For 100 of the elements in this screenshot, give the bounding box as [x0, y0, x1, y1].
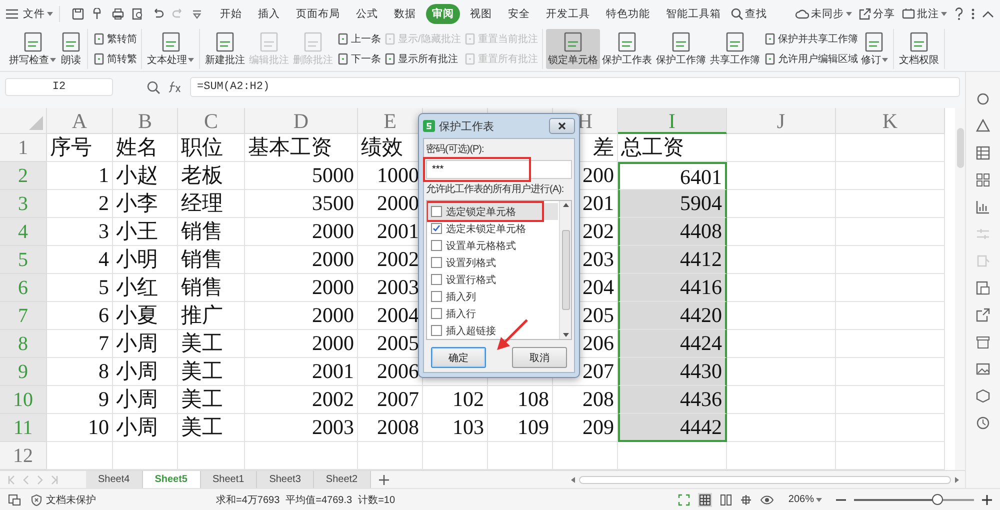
table-cell: 小赵: [113, 162, 178, 190]
column-header[interactable]: K: [836, 108, 945, 134]
row-header[interactable]: 12: [0, 442, 47, 470]
table-cell: 4424: [618, 330, 727, 358]
protection-status: 文档未保护: [46, 494, 96, 506]
ribbon-button[interactable]: 上一条: [335, 31, 382, 47]
table-cell: 2000: [245, 330, 358, 358]
table-cell: 109: [488, 414, 553, 442]
permission-item[interactable]: 选定锁定单元格: [428, 203, 558, 220]
sheet-tab[interactable]: Sheet4: [86, 471, 143, 488]
menu-tab[interactable]: 页面布局: [290, 4, 346, 24]
column-header[interactable]: C: [178, 108, 245, 134]
ribbon-button[interactable]: 保护工作簿: [654, 29, 708, 69]
table-cell: 108: [488, 386, 553, 414]
ribbon-button[interactable]: 新建批注: [203, 29, 247, 69]
column-header[interactable]: D: [245, 108, 358, 134]
table-cell: 4: [47, 246, 113, 274]
table-cell: 3: [47, 218, 113, 246]
table-cell: 1: [47, 162, 113, 190]
dialog-title: 保护工作表: [439, 120, 494, 134]
table-cell: 2000: [245, 274, 358, 302]
table-cell: 4408: [618, 218, 727, 246]
table-cell: 推广: [178, 302, 245, 330]
ribbon-button[interactable]: 简转繁: [91, 51, 138, 67]
menu-tab[interactable]: 插入: [252, 4, 286, 24]
ribbon-button[interactable]: 繁转简: [91, 31, 138, 47]
table-cell: 6401: [618, 162, 727, 190]
table-cell: 4416: [618, 274, 727, 302]
menu-tab[interactable]: 特色功能: [600, 4, 656, 24]
ribbon-button[interactable]: 锁定单元格: [546, 29, 600, 69]
table-cell: 姓名: [113, 134, 178, 162]
table-cell: 销售: [178, 274, 245, 302]
sheet-tab[interactable]: Sheet5: [142, 471, 200, 488]
ribbon-button[interactable]: 允许用户编辑区域: [762, 51, 859, 67]
ribbon-button[interactable]: 保护并共享工作簿: [762, 31, 859, 47]
table-cell: 2007: [358, 386, 423, 414]
table-cell: 2000: [245, 302, 358, 330]
row-header[interactable]: 1: [0, 134, 47, 162]
menu-tab[interactable]: 视图: [464, 4, 498, 24]
table-cell: 2001: [245, 358, 358, 386]
column-header[interactable]: B: [113, 108, 178, 134]
column-header[interactable]: E: [358, 108, 423, 134]
dialog-button[interactable]: 取消: [512, 347, 567, 368]
table-cell: 2000: [245, 218, 358, 246]
table-cell: 小周: [113, 358, 178, 386]
sync-button[interactable]: 未同步: [795, 6, 852, 20]
formula-field[interactable]: =SUM(A2:H2): [190, 77, 960, 97]
table-cell: 小周: [113, 386, 178, 414]
table-cell: 102: [423, 386, 488, 414]
ribbon-button[interactable]: 文本处理: [145, 29, 196, 69]
sum-readout: 求和=4万7693: [216, 494, 280, 506]
password-field[interactable]: ***: [426, 160, 572, 179]
share-button[interactable]: 分享: [859, 6, 895, 20]
table-cell: 老板: [178, 162, 245, 190]
ribbon-button[interactable]: 显示所有批注: [382, 51, 462, 67]
table-cell: 9: [47, 386, 113, 414]
column-header[interactable]: J: [727, 108, 836, 134]
menu-tab[interactable]: 数据: [388, 4, 422, 24]
sheet-tab[interactable]: Sheet1: [200, 471, 258, 488]
ribbon-button[interactable]: 共享工作簿: [708, 29, 762, 69]
menu-tab[interactable]: 公式: [350, 4, 384, 24]
table-cell: 2008: [358, 414, 423, 442]
menu-tab[interactable]: 开始: [214, 4, 248, 24]
menu-tab[interactable]: 开发工具: [540, 4, 596, 24]
table-cell: 4442: [618, 414, 727, 442]
ribbon-button[interactable]: 修订: [858, 29, 890, 69]
table-cell: 6: [47, 302, 113, 330]
sheet-tab[interactable]: Sheet3: [257, 471, 314, 488]
table-cell: 职位: [178, 134, 245, 162]
table-cell: 序号: [47, 134, 113, 162]
column-header[interactable]: A: [47, 108, 113, 134]
menu-tab[interactable]: 审阅: [426, 4, 460, 24]
table-cell: 103: [423, 414, 488, 442]
ribbon-button[interactable]: 文档权限: [896, 29, 941, 69]
table-cell: 10: [47, 414, 113, 442]
table-cell: 美工: [178, 386, 245, 414]
table-cell: 4430: [618, 358, 727, 386]
ribbon-button[interactable]: 下一条: [335, 51, 382, 67]
zoom-level[interactable]: 206%: [782, 493, 828, 506]
ribbon-button[interactable]: 保护工作表: [600, 29, 654, 69]
ribbon-button[interactable]: 朗读: [58, 29, 84, 69]
comment-button[interactable]: 批注: [902, 6, 947, 20]
table-cell: 4420: [618, 302, 727, 330]
table-cell: 美工: [178, 414, 245, 442]
table-cell: 基本工资: [245, 134, 358, 162]
table-cell: 经理: [178, 190, 245, 218]
file-menu[interactable]: 文件: [23, 6, 53, 20]
sheet-tab[interactable]: Sheet2: [314, 471, 371, 488]
table-cell: 小明: [113, 246, 178, 274]
menu-tab[interactable]: 安全: [502, 4, 536, 24]
name-box[interactable]: I2: [5, 78, 113, 96]
table-cell: 2000: [245, 246, 358, 274]
dialog-button[interactable]: 确定: [431, 347, 486, 368]
ribbon-button[interactable]: 拼写检查: [7, 29, 58, 69]
table-cell: 5904: [618, 190, 727, 218]
table-cell: 5: [47, 274, 113, 302]
table-cell: 7: [47, 330, 113, 358]
search-button[interactable]: 查找: [731, 6, 767, 20]
menu-tab[interactable]: 智能工具箱: [660, 4, 727, 24]
table-cell: 小周: [113, 414, 178, 442]
